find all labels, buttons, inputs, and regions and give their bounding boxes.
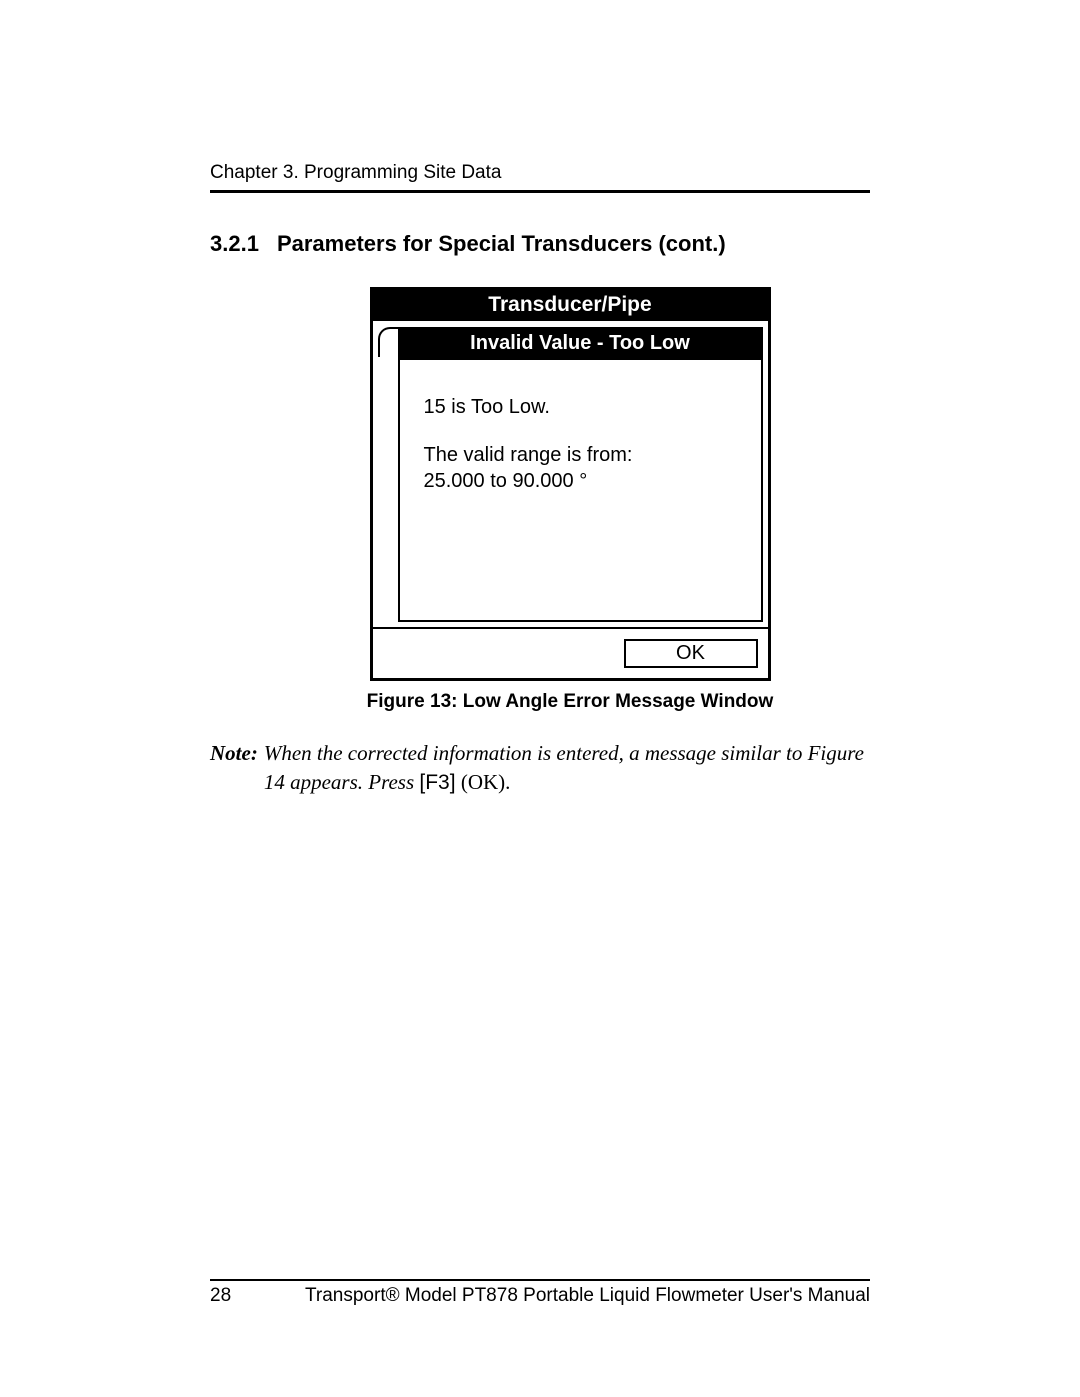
dialog-message: 15 is Too Low. The valid range is from: … — [400, 360, 761, 620]
dialog-title: Invalid Value - Too Low — [400, 329, 761, 360]
page-footer: 28 Transport® Model PT878 Portable Liqui… — [210, 1279, 870, 1307]
device-window: Transducer/Pipe Invalid Value - Too Low … — [370, 287, 771, 681]
note-key: [F3] — [419, 771, 455, 794]
message-line3: 25.000 to 90.000 ° — [424, 468, 745, 494]
note-body-b: (OK). — [456, 770, 511, 794]
running-header: Chapter 3. Programming Site Data — [210, 162, 870, 184]
note-label: Note: — [210, 739, 258, 798]
window-body: Invalid Value - Too Low 15 is Too Low. T… — [373, 321, 768, 627]
section-title: Parameters for Special Transducers (cont… — [277, 231, 726, 256]
manual-title: Transport® Model PT878 Portable Liquid F… — [305, 1285, 870, 1307]
page-number: 28 — [210, 1285, 231, 1307]
message-line1: 15 is Too Low. — [424, 394, 745, 420]
footer-rule — [210, 1279, 870, 1281]
note-text: When the corrected information is entere… — [264, 739, 870, 798]
note: Note: When the corrected information is … — [210, 739, 870, 798]
section-number: 3.2.1 — [210, 231, 259, 257]
section-heading: 3.2.1 Parameters for Special Transducers … — [210, 231, 870, 257]
dialog: Invalid Value - Too Low 15 is Too Low. T… — [398, 327, 763, 622]
note-body-a: When the corrected information is entere… — [264, 741, 864, 794]
window-title: Transducer/Pipe — [373, 290, 768, 321]
ok-button[interactable]: OK — [624, 639, 758, 668]
dialog-footer: OK — [373, 627, 768, 678]
header-rule — [210, 190, 870, 193]
figure-caption: Figure 13: Low Angle Error Message Windo… — [270, 691, 870, 713]
figure: Transducer/Pipe Invalid Value - Too Low … — [270, 287, 870, 713]
message-line2: The valid range is from: — [424, 442, 745, 468]
